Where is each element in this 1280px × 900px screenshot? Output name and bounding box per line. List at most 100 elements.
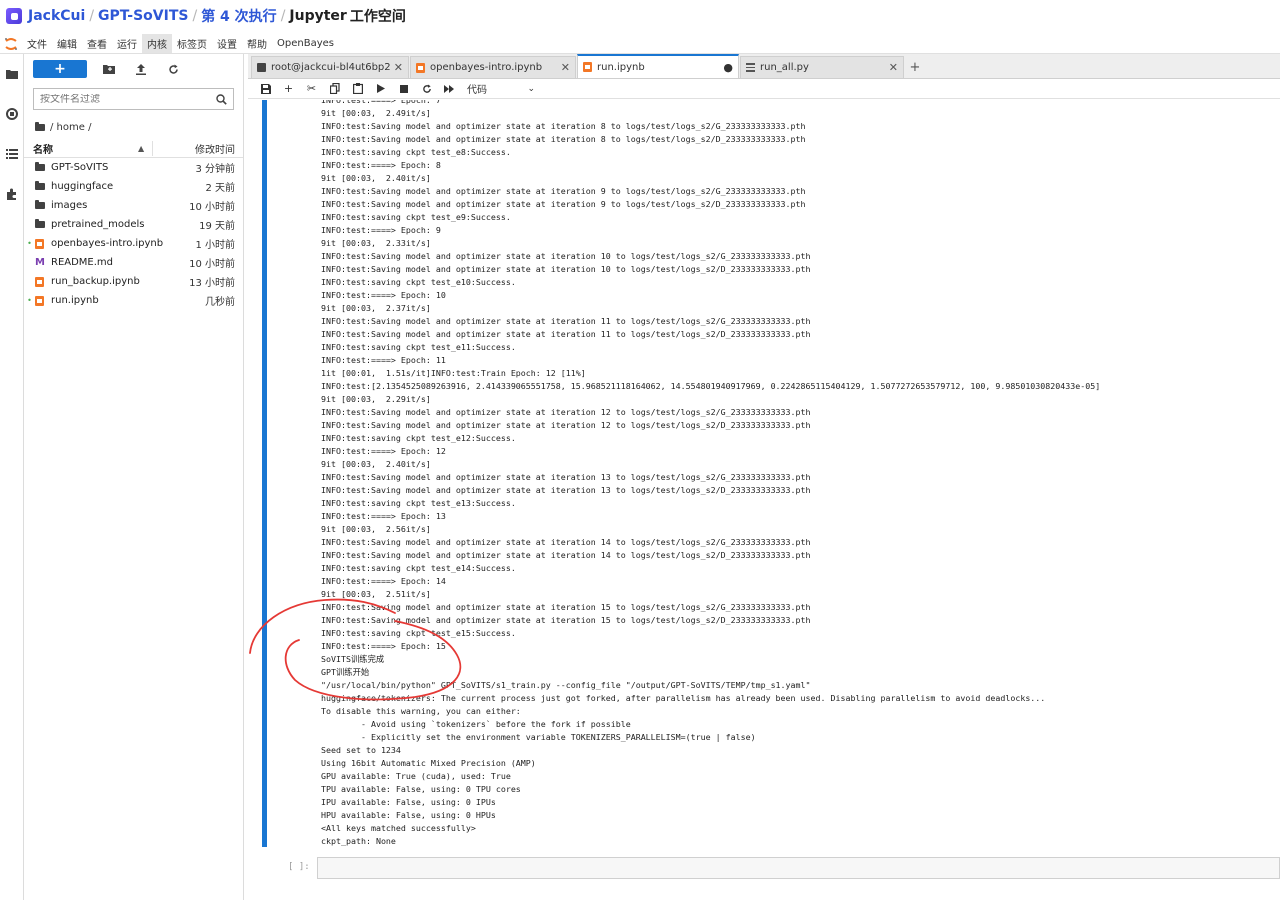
output-line: INFO:test:====> Epoch: 10	[321, 290, 446, 300]
folder-icon[interactable]	[35, 121, 45, 131]
cut-icon[interactable]: ✂	[300, 80, 323, 98]
file-list-header: 名称 ▲ 修改时间	[24, 139, 243, 158]
file-modified-time: 1 小时前	[195, 240, 235, 251]
code-cell-editor[interactable]	[317, 857, 1280, 879]
menu-file[interactable]: 文件	[22, 34, 52, 53]
tab-terminal[interactable]: root@jackcui-bl4ut6bp23cl-r ✕	[251, 56, 409, 78]
add-tab-button[interactable]: +	[905, 56, 925, 78]
folder-icon	[35, 219, 51, 228]
jupyter-logo-icon	[0, 34, 22, 54]
table-of-contents-icon[interactable]	[0, 134, 24, 174]
tab-close-icon[interactable]: ✕	[394, 61, 403, 74]
paste-icon[interactable]	[346, 80, 369, 98]
upload-icon[interactable]	[125, 60, 157, 78]
file-name: images	[51, 200, 88, 211]
document-tab-bar: root@jackcui-bl4ut6bp23cl-r ✕ openbayes-…	[248, 54, 1280, 79]
file-name: GPT-SoVITS	[51, 162, 109, 173]
output-line: INFO:test:Saving model and optimizer sta…	[321, 602, 811, 612]
file-row[interactable]: M README.md 10 小时前	[24, 253, 243, 272]
notebook-toolbar: + ✂ 代码 ⌄	[248, 79, 1280, 99]
file-row[interactable]: pretrained_models 19 天前	[24, 215, 243, 234]
menu-openbayes[interactable]: OpenBayes	[272, 36, 339, 51]
file-row[interactable]: images 10 小时前	[24, 196, 243, 215]
breadcrumb-project[interactable]: GPT-SoVITS	[98, 8, 188, 24]
menu-run[interactable]: 运行	[112, 34, 142, 53]
column-modified-header[interactable]: 修改时间	[152, 140, 235, 156]
tab-close-icon[interactable]: ✕	[561, 61, 570, 74]
menu-tabs[interactable]: 标签页	[172, 34, 212, 53]
output-line: <All keys matched successfully>	[321, 823, 476, 833]
new-launcher-button[interactable]: +	[33, 60, 87, 78]
breadcrumb-separator: /	[89, 8, 95, 24]
output-line: TPU available: False, using: 0 TPU cores	[321, 784, 521, 794]
file-row[interactable]: • run.ipynb 几秒前	[24, 291, 243, 310]
openbayes-logo-icon	[6, 8, 22, 24]
output-line: INFO:test:saving ckpt test_e15:Success.	[321, 628, 516, 638]
markdown-icon: M	[35, 257, 45, 268]
terminal-icon	[257, 63, 266, 72]
menu-settings[interactable]: 设置	[212, 34, 242, 53]
tab-openbayes-intro[interactable]: openbayes-intro.ipynb ✕	[410, 56, 576, 78]
output-line: huggingface/tokenizers: The current proc…	[321, 693, 1046, 703]
output-line: INFO:test:====> Epoch: 11	[321, 355, 446, 365]
output-line: INFO:test:Saving model and optimizer sta…	[321, 420, 811, 430]
menu-edit[interactable]: 编辑	[52, 34, 82, 53]
output-line: 9it [00:03, 2.33it/s]	[321, 238, 431, 248]
output-line: Using 16bit Automatic Mixed Precision (A…	[321, 758, 536, 768]
menu-view[interactable]: 查看	[82, 34, 112, 53]
breadcrumb-run[interactable]: 第 4 次执行	[201, 6, 277, 26]
column-name-header[interactable]: 名称	[33, 141, 138, 156]
current-path[interactable]: / home /	[50, 122, 91, 133]
file-name: run_backup.ipynb	[51, 276, 140, 287]
breadcrumb-separator: /	[192, 8, 198, 24]
left-activity-bar	[0, 54, 24, 900]
cell-prompt: [ ]:	[288, 862, 310, 872]
output-line: - Avoid using `tokenizers` before the fo…	[321, 719, 631, 729]
menu-kernel[interactable]: 内核	[142, 34, 172, 53]
folder-icon	[35, 181, 51, 190]
interrupt-kernel-icon[interactable]	[392, 80, 415, 98]
notebook-icon	[416, 62, 425, 73]
refresh-icon[interactable]	[157, 60, 189, 78]
save-icon[interactable]	[254, 80, 277, 98]
output-line: INFO:test:Saving model and optimizer sta…	[321, 316, 811, 326]
output-line: INFO:test:saving ckpt test_e10:Success.	[321, 277, 516, 287]
sort-caret-up-icon[interactable]: ▲	[138, 144, 152, 153]
output-line: ckpt_path: None	[321, 836, 396, 846]
tab-run-ipynb[interactable]: run.ipynb ●	[577, 54, 739, 78]
breadcrumb-user[interactable]: JackCui	[28, 8, 85, 24]
output-line: 1it [00:01, 1.51s/it]INFO:test:Train Epo…	[321, 368, 586, 378]
file-browser-panel: + / home / 名称 ▲ 修改时间 GPT-SoVITS 3 分钟前 hugg…	[24, 54, 244, 900]
cell-type-dropdown[interactable]: 代码 ⌄	[467, 81, 535, 97]
notebook-panel: INFO:test:====> Epoch: 7 9it [00:03, 2.49…	[248, 100, 1280, 900]
insert-cell-icon[interactable]: +	[277, 80, 300, 98]
running-indicator-dot-icon: •	[27, 239, 32, 248]
file-name: huggingface	[51, 181, 114, 192]
file-name: README.md	[51, 257, 114, 268]
file-row[interactable]: GPT-SoVITS 3 分钟前	[24, 158, 243, 177]
new-folder-icon[interactable]	[93, 60, 125, 78]
output-line: GPU available: True (cuda), used: True	[321, 771, 511, 781]
running-kernels-icon[interactable]	[0, 94, 24, 134]
extension-puzzle-icon[interactable]	[0, 174, 24, 214]
file-row[interactable]: huggingface 2 天前	[24, 177, 243, 196]
breadcrumb-workspace-suffix: 工作空间	[349, 9, 406, 25]
output-line: HPU available: False, using: 0 HPUs	[321, 810, 496, 820]
file-row[interactable]: • openbayes-intro.ipynb 1 小时前	[24, 234, 243, 253]
output-line: INFO:test:saving ckpt test_e11:Success.	[321, 342, 516, 352]
output-collapser-bar[interactable]	[262, 100, 267, 847]
file-filter-input[interactable]	[40, 93, 216, 105]
notebook-icon	[35, 238, 51, 249]
file-browser-folder-icon[interactable]	[0, 54, 24, 94]
restart-kernel-icon[interactable]	[415, 80, 438, 98]
output-line: INFO:test:Saving model and optimizer sta…	[321, 537, 811, 547]
menu-help[interactable]: 帮助	[242, 34, 272, 53]
run-cell-icon[interactable]	[369, 80, 392, 98]
copy-icon[interactable]	[323, 80, 346, 98]
tab-run-all-py[interactable]: run_all.py ✕	[740, 56, 904, 78]
unsaved-dot-icon[interactable]: ●	[723, 61, 733, 74]
tab-close-icon[interactable]: ✕	[889, 61, 898, 74]
restart-run-all-icon[interactable]	[438, 80, 461, 98]
file-filter-field[interactable]	[33, 88, 234, 110]
file-row[interactable]: run_backup.ipynb 13 小时前	[24, 272, 243, 291]
